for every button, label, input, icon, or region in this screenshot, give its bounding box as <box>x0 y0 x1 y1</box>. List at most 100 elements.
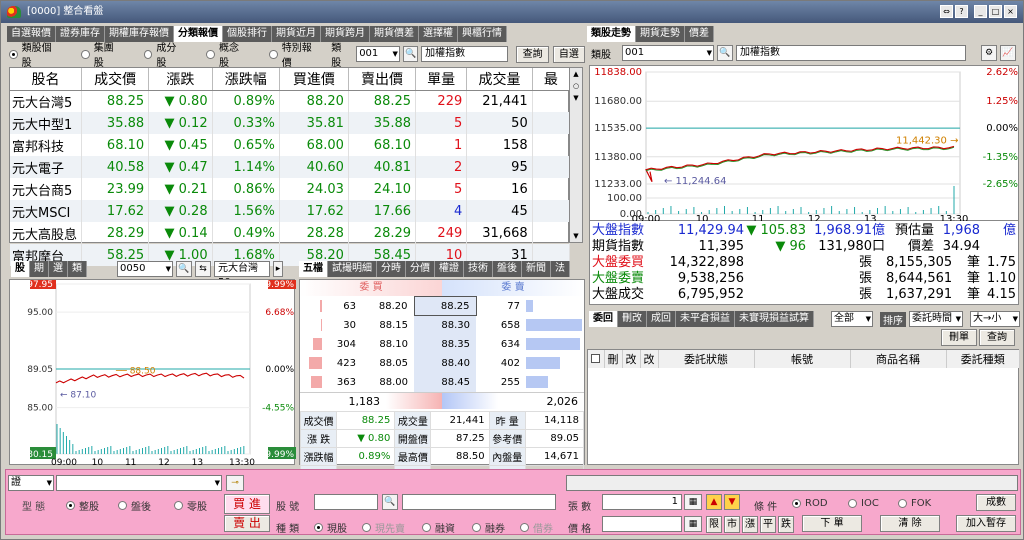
search-icon[interactable]: 🔍 <box>402 46 419 62</box>
quote-scrollbar[interactable]: ▲ ○ ▼ ▼ <box>569 67 583 243</box>
radio-ioc[interactable]: IOC <box>848 498 879 509</box>
qty-down-icon[interactable]: ▼ <box>724 494 740 510</box>
mini-name-field[interactable]: 元大台灣50 <box>214 261 270 288</box>
calculator-icon[interactable]: ▦ <box>684 494 702 510</box>
help-icon[interactable]: ? <box>955 5 968 18</box>
quantity-input[interactable]: 1 <box>602 494 682 510</box>
radio-short-sell[interactable]: 融券 <box>472 520 505 535</box>
col-bid[interactable]: 買進價 <box>279 68 349 91</box>
settings-icon[interactable]: ⚙ <box>981 45 997 61</box>
radio-sell-first[interactable]: 現先賣 <box>362 520 405 535</box>
table-row[interactable]: 元大電子 40.58 ▼ 0.47 1.14% 40.60 40.81 2 95 <box>10 156 571 178</box>
index-name-field[interactable]: 加權指數 <box>736 45 966 61</box>
maximize-icon[interactable]: □ <box>989 5 1002 18</box>
radio-concept-stocks[interactable]: 概念股 <box>206 39 247 69</box>
table-row[interactable]: 元大高股息 28.29 ▼ 0.14 0.49% 28.28 28.29 249 31,668 <box>10 222 571 244</box>
tab-category[interactable]: 類 <box>68 261 87 277</box>
sort-field-select[interactable]: 委託時間 <box>909 311 963 327</box>
mini-arrow-icon[interactable]: ▸ <box>273 261 283 277</box>
price-input[interactable] <box>602 516 682 532</box>
sort-order-select[interactable]: 大→小 <box>970 311 1020 327</box>
key-icon[interactable]: ⊸ <box>226 475 244 491</box>
mini-code-select[interactable]: 0050 <box>117 261 173 277</box>
price-flat-button[interactable]: 平 <box>760 516 776 533</box>
book-row[interactable]: 363 88.00 88.45 255 <box>300 372 584 392</box>
col-qty[interactable]: 單量 <box>415 68 468 91</box>
index-code-select[interactable]: 001 <box>622 45 714 61</box>
scroll-end-icon[interactable]: ▼ <box>570 230 582 242</box>
radio-group-stocks[interactable]: 集團股 <box>81 39 122 69</box>
tab-after-hours[interactable]: 盤後 <box>493 261 522 277</box>
tab-time-sales[interactable]: 分時 <box>377 261 406 277</box>
scroll-down-icon[interactable]: ▼ <box>570 92 582 104</box>
tab-spread[interactable]: 價差 <box>685 26 714 42</box>
account-select[interactable] <box>56 475 222 491</box>
search-icon[interactable]: 🔍 <box>176 261 192 277</box>
radio-fok[interactable]: FOK <box>898 498 931 509</box>
ratio-button[interactable]: 成數 <box>976 494 1016 511</box>
table-row[interactable]: 元大台商5 23.99 ▼ 0.21 0.86% 24.03 24.10 5 16 <box>10 178 571 200</box>
book-row[interactable]: 63 88.20 88.25 77 <box>300 296 584 316</box>
col-ask[interactable]: 賣出價 <box>348 68 417 91</box>
stock-name-field[interactable] <box>402 494 556 510</box>
chart-icon[interactable]: 📈 <box>1000 45 1016 61</box>
tab-futures[interactable]: 期 <box>30 261 49 277</box>
minimize-icon[interactable]: _ <box>974 5 987 18</box>
search-icon[interactable]: 🔍 <box>382 494 398 510</box>
radio-sector-stocks[interactable]: 類股個股 <box>9 39 59 69</box>
tab-technical[interactable]: 技術 <box>464 261 493 277</box>
radio-odd-lot[interactable]: 零股 <box>174 498 207 513</box>
price-up-limit-button[interactable]: 漲 <box>742 516 758 533</box>
radio-whole-lot[interactable]: 整股 <box>66 498 99 513</box>
search-icon[interactable]: 🔍 <box>717 45 733 61</box>
col-price[interactable]: 成交價 <box>81 68 150 91</box>
query-button[interactable]: 查詢 <box>516 45 549 63</box>
radio-borrow[interactable]: 借券 <box>520 520 553 535</box>
radio-special-quotes[interactable]: 特別報價 <box>269 39 319 69</box>
col-volume[interactable]: 成交量 <box>466 68 533 91</box>
stock-code-input[interactable] <box>314 494 378 510</box>
col-change[interactable]: 漲跌 <box>148 68 213 91</box>
delete-order-button[interactable]: 刪單 <box>941 329 977 346</box>
scroll-circle-icon[interactable]: ○ <box>570 80 582 92</box>
price-down-limit-button[interactable]: 跌 <box>778 516 794 533</box>
tab-open-pl[interactable]: 未平倉損益 <box>676 311 735 327</box>
submit-order-button[interactable]: 下 單 <box>802 515 862 532</box>
book-row[interactable]: 30 88.15 88.30 658 <box>300 315 584 335</box>
table-row[interactable]: 元大台灣5 88.25 ▼ 0.80 0.89% 88.20 88.25 229 21,441 <box>10 90 571 112</box>
tab-stock[interactable]: 股 <box>11 261 30 277</box>
radio-cash[interactable]: 現股 <box>314 520 347 535</box>
checkbox-icon[interactable] <box>591 353 601 363</box>
link-icon[interactable]: ⇆ <box>195 261 211 277</box>
buy-button[interactable]: 買 進 <box>224 494 270 514</box>
tab-emerging[interactable]: 興櫃行情 <box>458 26 507 42</box>
tab-five-levels[interactable]: 五檔 <box>299 261 328 277</box>
tab-news[interactable]: 新聞 <box>522 261 551 277</box>
custom-button[interactable]: 自選 <box>552 45 585 63</box>
radio-margin-buy[interactable]: 融資 <box>422 520 455 535</box>
col-high[interactable]: 最 <box>532 68 571 91</box>
account-type-select[interactable]: 證 <box>8 475 54 491</box>
tab-futures-trend[interactable]: 期貨走勢 <box>636 26 685 42</box>
table-row[interactable]: 元大MSCI 17.62 ▼ 0.28 1.56% 17.62 17.66 4 45 <box>10 200 571 222</box>
table-row[interactable]: 元大中型1 35.88 ▼ 0.12 0.33% 35.81 35.88 5 50 <box>10 112 571 134</box>
calculator-icon[interactable]: ▦ <box>684 516 702 532</box>
category-code-select[interactable]: 001 <box>356 46 400 62</box>
order-query-button[interactable]: 查詢 <box>979 329 1015 346</box>
tab-sector-trend[interactable]: 類股走勢 <box>587 26 636 42</box>
price-market-button[interactable]: 市 <box>724 516 740 533</box>
tab-futures-spread[interactable]: 期貨價差 <box>370 26 419 42</box>
qty-up-icon[interactable]: ▲ <box>706 494 722 510</box>
tab-fill-reply[interactable]: 成回 <box>647 311 676 327</box>
tab-option[interactable]: 選 <box>49 261 68 277</box>
tab-trial-detail[interactable]: 試撮明細 <box>328 261 377 277</box>
tab-options[interactable]: 選擇權 <box>419 26 458 42</box>
close-icon[interactable]: × <box>1004 5 1017 18</box>
table-row[interactable]: 富邦科技 68.10 ▼ 0.45 0.65% 68.00 68.10 1 158 <box>10 134 571 156</box>
order-filter-all-select[interactable]: 全部 <box>831 311 873 327</box>
col-name[interactable]: 股名 <box>10 68 83 91</box>
book-row[interactable]: 304 88.10 88.35 634 <box>300 334 584 354</box>
swap-icon[interactable]: ⇔ <box>940 5 953 18</box>
order-select-all[interactable] <box>588 350 605 368</box>
sell-button[interactable]: 賣 出 <box>224 515 270 532</box>
